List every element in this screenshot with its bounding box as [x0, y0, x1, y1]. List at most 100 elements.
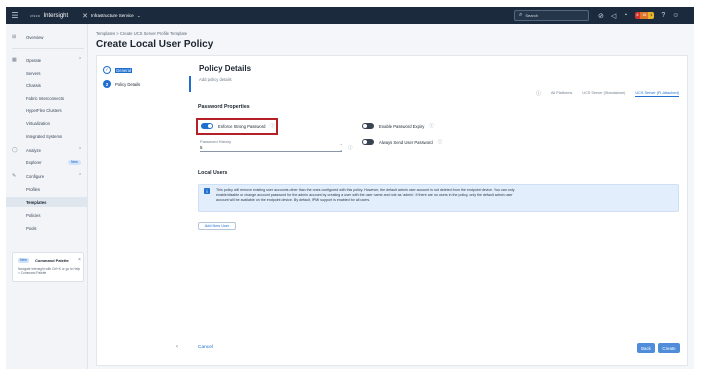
toggle-switch[interactable]: [362, 139, 374, 145]
chevron-up-icon: ⌃: [78, 147, 83, 153]
search-input[interactable]: ⌕ Search: [514, 10, 589, 21]
configure-icon: ✎: [12, 173, 17, 179]
toggle-label: Enable Password Expiry: [379, 123, 425, 129]
password-properties-title: Password Properties: [198, 104, 250, 110]
info-banner: i This policy will remove existing user …: [198, 184, 679, 212]
chevron-left-icon[interactable]: ‹: [176, 344, 178, 350]
sidebar: ⊞ Overview ▦ Operate ⌃ Servers Chassis F…: [6, 24, 88, 369]
local-users-title: Local Users: [198, 170, 228, 176]
step-policy-details[interactable]: 2 Policy Details: [103, 80, 140, 88]
info-banner-text: This policy will remove existing user ac…: [216, 188, 515, 203]
step-label: General: [115, 67, 132, 73]
sidebar-item-templates[interactable]: Templates: [6, 197, 88, 207]
sidebar-item-explorer[interactable]: Explorer New: [6, 157, 88, 167]
checkmark-icon: ✓: [103, 66, 111, 74]
sidebar-item-chassis[interactable]: Chassis: [6, 80, 88, 90]
wizard-steps: ✓ General 2 Policy Details: [97, 56, 189, 338]
create-button[interactable]: Create: [658, 343, 680, 353]
back-button[interactable]: Back: [637, 343, 655, 353]
chevron-up-icon: ⌃: [78, 173, 83, 179]
megaphone-icon[interactable]: ◁: [611, 12, 616, 20]
sidebar-item-label: Pools: [26, 225, 37, 231]
search-icon: ⌕: [519, 12, 523, 18]
alert-badges[interactable]: 6 16 4: [634, 12, 655, 19]
enable-password-expiry-toggle[interactable]: Enable Password Expiry ⓘ: [362, 123, 434, 129]
password-history-input[interactable]: 5 ⌃ ⌄: [200, 144, 343, 152]
infrastructure-icon: ✕: [82, 12, 89, 20]
info-icon[interactable]: ⓘ: [348, 145, 353, 151]
sidebar-item-label: Operate: [26, 57, 42, 63]
password-history-value: 5: [200, 145, 203, 150]
sidebar-item-label: HyperFlex Clusters: [26, 107, 62, 113]
toggle-switch[interactable]: [362, 123, 374, 129]
sidebar-item-fabric-interconnects[interactable]: Fabric Interconnects: [6, 93, 88, 103]
hamburger-icon[interactable]: ☰: [6, 7, 24, 24]
sidebar-item-virtualization[interactable]: Virtualization: [6, 118, 88, 128]
sidebar-item-label: Servers: [26, 70, 41, 76]
step-label: Policy Details: [115, 81, 141, 87]
sidebar-item-policies[interactable]: Policies: [6, 210, 88, 220]
cisco-logo: cisco: [30, 13, 41, 18]
command-palette-text: Navigate Intersight with Ctrl+K or go to…: [18, 267, 81, 276]
highlight-annotation-box: [196, 118, 278, 135]
sidebar-divider: [12, 48, 84, 49]
sidebar-item-label: Configure: [26, 173, 45, 179]
sidebar-item-pools[interactable]: Pools: [6, 223, 88, 233]
user-icon[interactable]: ☺: [672, 12, 679, 19]
step-general[interactable]: ✓ General: [103, 66, 132, 74]
sidebar-item-analyze[interactable]: ◯ Analyze ⌃: [6, 145, 88, 155]
cancel-button[interactable]: Cancel: [198, 345, 213, 350]
overview-icon: ⊞: [12, 34, 17, 40]
sidebar-item-label: Chassis: [26, 82, 41, 88]
check-circle-icon[interactable]: ⊘: [598, 12, 604, 20]
sidebar-item-label: Profiles: [26, 186, 40, 192]
close-icon[interactable]: ×: [78, 257, 81, 263]
sidebar-item-hyperflex-clusters[interactable]: HyperFlex Clusters: [6, 105, 88, 115]
alert-badge-orange: 16: [640, 12, 649, 19]
analyze-icon: ◯: [12, 147, 18, 153]
section-title: Policy Details: [199, 64, 252, 73]
operate-icon: ▦: [12, 57, 17, 63]
sidebar-item-label: Policies: [26, 212, 41, 218]
search-placeholder: Search: [525, 13, 539, 18]
add-new-user-button[interactable]: Add New User: [198, 222, 236, 230]
info-icon[interactable]: ⓘ: [438, 139, 443, 145]
alert-badge-yellow: 4: [648, 12, 655, 19]
sidebar-item-servers[interactable]: Servers: [6, 68, 88, 78]
app-brand: Intersight: [43, 12, 69, 19]
sidebar-item-overview[interactable]: ⊞ Overview: [6, 32, 88, 42]
command-palette-card[interactable]: New Command Palette × Navigate Intersigh…: [12, 252, 84, 282]
sidebar-item-label: Integrated Systems: [26, 133, 63, 139]
current-step-indicator: [189, 76, 191, 92]
sidebar-item-label: Templates: [26, 199, 47, 205]
bell-icon[interactable]: ◔: [623, 12, 627, 19]
platform-tabs: ⓘ All Platforms UCS Server (Standalone) …: [536, 90, 689, 97]
info-icon[interactable]: ⓘ: [429, 123, 434, 129]
top-navigation-bar: ☰ cisco Intersight ✕ Infrastructure Serv…: [6, 7, 694, 24]
always-send-password-toggle[interactable]: Always Send User Password ⓘ: [362, 139, 442, 145]
command-palette-title: Command Palette: [35, 258, 69, 263]
tab-ucs-standalone[interactable]: UCS Server (Standalone): [582, 91, 625, 96]
service-label: Infrastructure Service: [91, 13, 134, 18]
tab-ucs-fi-attached[interactable]: UCS Server (FI-Attached): [635, 91, 679, 97]
chevron-down-icon: ⌄: [136, 12, 141, 18]
info-icon: i: [204, 188, 210, 194]
topbar-icons: ⊘ ◁ ◔ 6 16 4 ? ☺: [598, 10, 679, 21]
sidebar-item-configure[interactable]: ✎ Configure ⌃: [6, 171, 88, 181]
breadcrumb[interactable]: Templates > Create UCS Server Profile Te…: [96, 31, 187, 36]
new-badge: New: [18, 258, 29, 263]
sidebar-item-label: Analyze: [26, 147, 41, 153]
wizard-footer: ‹ Cancel Back Create: [96, 343, 688, 355]
sidebar-item-profiles[interactable]: Profiles: [6, 184, 88, 194]
tab-all-platforms[interactable]: All Platforms: [551, 91, 572, 96]
toggle-label: Always Send User Password: [379, 139, 433, 145]
sidebar-item-operate[interactable]: ▦ Operate ⌃: [6, 55, 88, 65]
help-icon[interactable]: ?: [661, 12, 665, 19]
sidebar-item-integrated-systems[interactable]: Integrated Systems: [6, 131, 88, 141]
stepper-icon[interactable]: ⌃ ⌄: [340, 144, 343, 152]
step-number: 2: [103, 80, 111, 88]
page-title: Create Local User Policy: [96, 39, 214, 50]
info-icon[interactable]: ⓘ: [536, 90, 541, 97]
sidebar-item-label: Overview: [26, 34, 44, 40]
service-selector[interactable]: ✕ Infrastructure Service ⌄: [82, 12, 140, 20]
